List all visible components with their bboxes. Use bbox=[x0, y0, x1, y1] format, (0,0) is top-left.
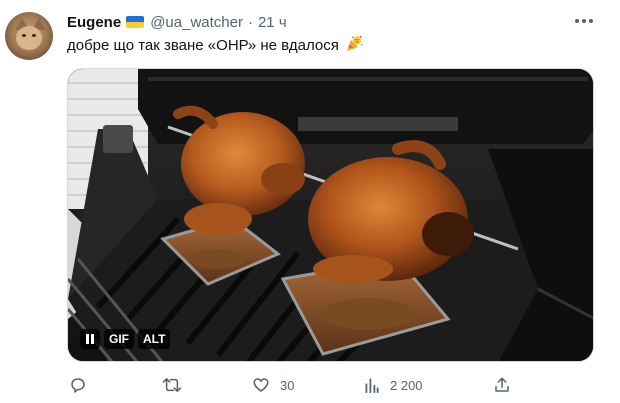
cat-face bbox=[16, 26, 42, 50]
avatar[interactable] bbox=[5, 12, 53, 60]
pause-button[interactable] bbox=[80, 329, 100, 349]
timestamp[interactable]: 21 ч bbox=[258, 14, 287, 31]
author-name[interactable]: Eugene bbox=[67, 14, 121, 31]
views-button[interactable]: 2 200 bbox=[364, 374, 423, 396]
tweet: Eugene @ua_watcher · 21 ч добре що так з… bbox=[0, 0, 620, 403]
retweet-icon bbox=[162, 378, 182, 392]
gif-badge[interactable]: GIF bbox=[104, 329, 134, 349]
ukraine-flag-icon bbox=[126, 16, 145, 28]
pause-icon-bar bbox=[91, 334, 94, 344]
heart-icon bbox=[253, 378, 269, 392]
pause-icon bbox=[86, 334, 89, 344]
bar-chart-icon bbox=[365, 378, 379, 394]
cat-eye-left bbox=[22, 34, 26, 37]
retweet-button[interactable] bbox=[162, 374, 192, 396]
cat-eye-right bbox=[32, 34, 36, 37]
media-controls: GIF ALT bbox=[80, 329, 171, 349]
separator-dot: · bbox=[247, 13, 253, 31]
share-icon bbox=[495, 377, 509, 392]
tweet-text-content: добре що так зване «ОНР» не вдалося bbox=[67, 37, 339, 54]
partying-face-icon bbox=[345, 35, 363, 59]
more-options-icon[interactable] bbox=[572, 12, 596, 30]
views-count: 2 200 bbox=[390, 377, 423, 393]
tweet-text: добре що так зване «ОНР» не вдалося bbox=[67, 35, 363, 59]
tweet-header: Eugene @ua_watcher · 21 ч bbox=[67, 12, 287, 32]
rotisserie-chickens-image bbox=[68, 69, 593, 361]
reply-button[interactable] bbox=[69, 374, 97, 396]
tweet-actions: 30 2 200 bbox=[67, 374, 594, 396]
author-handle[interactable]: @ua_watcher bbox=[150, 14, 243, 31]
like-count: 30 bbox=[280, 377, 295, 393]
gif-media[interactable] bbox=[67, 68, 594, 362]
reply-icon bbox=[71, 378, 85, 394]
alt-text-button[interactable]: ALT bbox=[138, 329, 171, 349]
like-button[interactable]: 30 bbox=[252, 374, 294, 396]
share-button[interactable] bbox=[493, 374, 511, 396]
